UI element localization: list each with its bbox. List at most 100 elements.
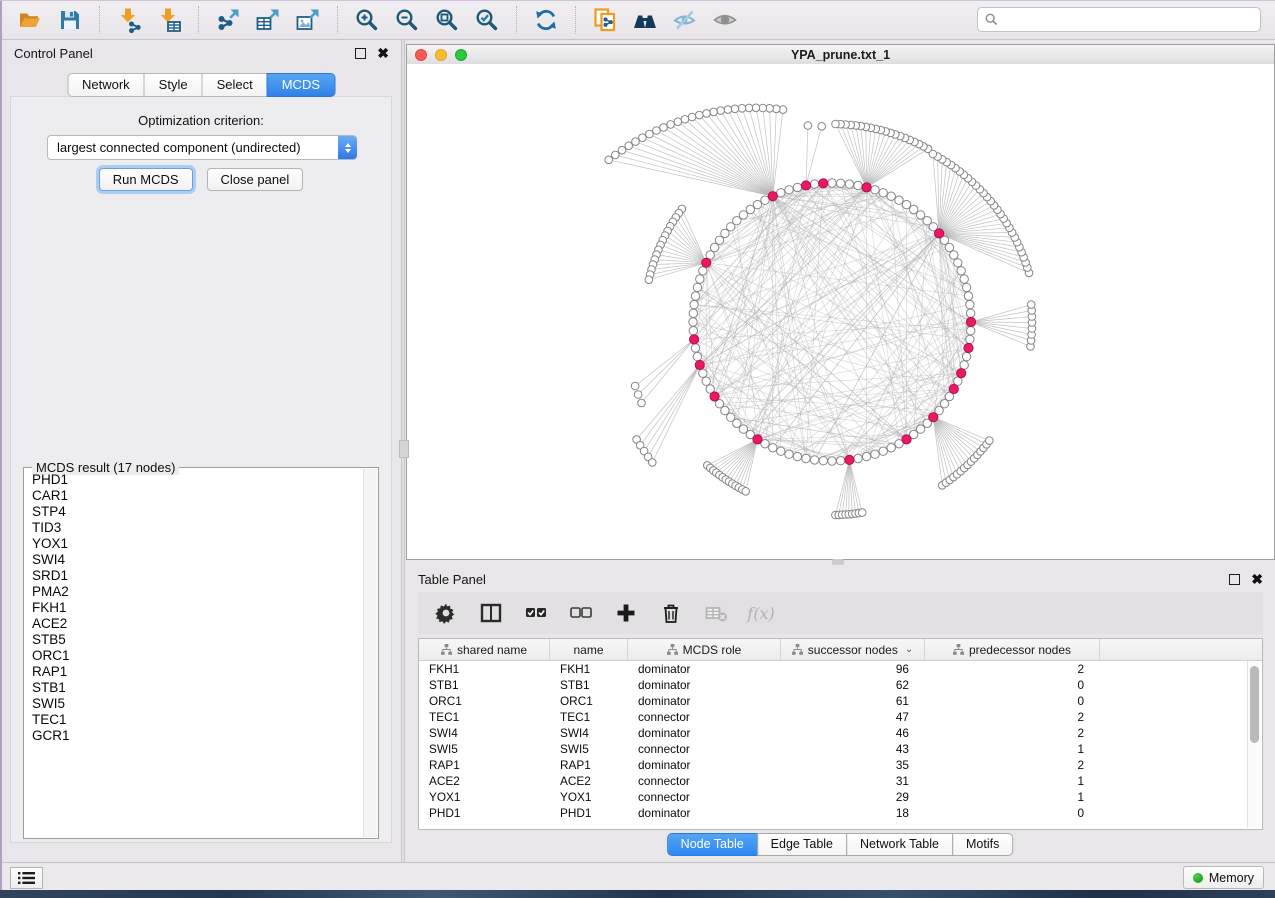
attribute-type-icon [667, 644, 678, 655]
tab-style[interactable]: Style [144, 73, 203, 97]
table-scrollbar-track[interactable] [1247, 661, 1261, 828]
settings-gear-button[interactable] [432, 599, 460, 627]
mcds-result-item[interactable]: TEC1 [32, 712, 363, 728]
column-header-shared-name[interactable]: shared name [419, 639, 550, 660]
close-panel-icon[interactable]: ✖ [377, 48, 389, 58]
memory-button[interactable]: Memory [1183, 866, 1264, 889]
run-mcds-button[interactable]: Run MCDS [99, 168, 193, 191]
open-file-icon [17, 7, 43, 33]
mcds-result-item[interactable]: ORC1 [32, 648, 363, 664]
mcds-result-item[interactable]: SWI4 [32, 552, 363, 568]
mcds-result-item[interactable]: GCR1 [32, 728, 363, 744]
tab-network[interactable]: Network [67, 73, 145, 97]
window-minimize-icon[interactable] [435, 49, 447, 61]
select-all-button[interactable] [522, 599, 550, 627]
first-neighbors-button[interactable] [627, 4, 663, 36]
mcds-result-item[interactable]: RAP1 [32, 664, 363, 680]
column-header-predecessor-nodes[interactable]: predecessor nodes [925, 639, 1100, 660]
zoom-fit-button[interactable] [429, 4, 465, 36]
cell: dominator [628, 662, 781, 676]
table-row[interactable]: ACE2ACE2connector311 [419, 773, 1262, 789]
float-panel-icon[interactable] [355, 48, 366, 59]
refresh-button[interactable] [528, 4, 564, 36]
optimization-label: Optimization criterion: [11, 113, 391, 128]
mcds-result-item[interactable]: SRD1 [32, 568, 363, 584]
function-builder-button[interactable]: f(x) [747, 599, 775, 627]
cell: RAP1 [550, 758, 628, 772]
column-header-successor-nodes[interactable]: successor nodes⌄ [781, 639, 925, 660]
table-row[interactable]: ORC1ORC1dominator610 [419, 693, 1262, 709]
tab-node-table[interactable]: Node Table [667, 833, 758, 856]
tab-mcds[interactable]: MCDS [267, 73, 335, 97]
cell: connector [628, 774, 781, 788]
zoom-out-button[interactable] [389, 4, 425, 36]
network-window: YPA_prune.txt_1 [406, 44, 1275, 560]
export-network-icon [215, 7, 241, 33]
column-layout-button[interactable] [477, 599, 505, 627]
mcds-result-item[interactable]: STB5 [32, 632, 363, 648]
mcds-result-item[interactable]: STP4 [32, 504, 363, 520]
search-input[interactable] [998, 12, 1253, 28]
import-table-button[interactable] [151, 4, 187, 36]
table-scrollbar-thumb[interactable] [1250, 666, 1259, 743]
column-header-name[interactable]: name [550, 639, 628, 660]
network-canvas[interactable] [407, 64, 1274, 559]
vertical-splitter-handle[interactable] [399, 440, 409, 458]
table-row[interactable]: TEC1TEC1connector472 [419, 709, 1262, 725]
show-all-icon [712, 7, 738, 33]
mcds-result-item[interactable]: STB1 [32, 680, 363, 696]
table-row[interactable]: RAP1RAP1dominator352 [419, 757, 1262, 773]
table-row[interactable]: PHD1PHD1dominator180 [419, 805, 1262, 821]
export-image-button[interactable] [290, 4, 326, 36]
table-toolbar: f(x) [418, 592, 1263, 634]
horizontal-splitter-handle[interactable] [832, 559, 844, 565]
open-file-button[interactable] [12, 4, 48, 36]
mcds-result-item[interactable]: PMA2 [32, 584, 363, 600]
deselect-all-button[interactable] [567, 599, 595, 627]
save-session-button[interactable] [52, 4, 88, 36]
function-builder-icon: f(x) [747, 604, 774, 623]
float-table-panel-icon[interactable] [1229, 574, 1240, 585]
zoom-in-button[interactable] [349, 4, 385, 36]
window-close-icon[interactable] [415, 49, 427, 61]
mcds-result-item[interactable]: CAR1 [32, 488, 363, 504]
network-window-titlebar[interactable]: YPA_prune.txt_1 [407, 45, 1274, 65]
add-column-button[interactable] [612, 599, 640, 627]
close-table-panel-icon[interactable]: ✖ [1251, 574, 1263, 584]
tab-motifs[interactable]: Motifs [952, 833, 1013, 856]
table-row[interactable]: SWI5SWI5connector431 [419, 741, 1262, 757]
export-table-button[interactable] [250, 4, 286, 36]
mcds-result-item[interactable]: ACE2 [32, 616, 363, 632]
table-row[interactable]: STB1STB1dominator620 [419, 677, 1262, 693]
export-network-button[interactable] [210, 4, 246, 36]
column-layout-icon [480, 602, 502, 624]
mcds-result-scrollbar[interactable] [363, 469, 377, 837]
close-panel-button[interactable]: Close panel [207, 168, 304, 191]
table-header-row: shared namenameMCDS rolesuccessor nodes⌄… [419, 639, 1262, 661]
table-row[interactable]: SWI4SWI4dominator462 [419, 725, 1262, 741]
table-row[interactable]: YOX1YOX1connector291 [419, 789, 1262, 805]
panel-menu-button[interactable] [10, 867, 43, 889]
delete-column-button[interactable] [657, 599, 685, 627]
import-network-button[interactable] [111, 4, 147, 36]
delete-table-button[interactable] [702, 599, 730, 627]
mcds-result-item[interactable]: YOX1 [32, 536, 363, 552]
optimization-dropdown[interactable]: largest connected component (undirected) [47, 135, 357, 160]
settings-gear-icon [435, 602, 457, 624]
window-maximize-icon[interactable] [455, 49, 467, 61]
mcds-result-item[interactable]: SWI5 [32, 696, 363, 712]
tab-select[interactable]: Select [202, 73, 268, 97]
mcds-result-item[interactable]: FKH1 [32, 600, 363, 616]
column-header-MCDS-role[interactable]: MCDS role [628, 639, 781, 660]
mcds-result-item[interactable]: TID3 [32, 520, 363, 536]
mcds-result-item[interactable]: PHD1 [32, 472, 363, 488]
table-row[interactable]: FKH1FKH1dominator962 [419, 661, 1262, 677]
zoom-selected-button[interactable] [469, 4, 505, 36]
show-all-button[interactable] [707, 4, 743, 36]
network-graph[interactable] [407, 64, 1274, 559]
tab-network-table[interactable]: Network Table [846, 833, 953, 856]
tab-edge-table[interactable]: Edge Table [757, 833, 847, 856]
column-menu-icon[interactable]: ⌄ [905, 644, 913, 655]
hide-selected-button[interactable] [667, 4, 703, 36]
new-network-from-selection-button[interactable] [587, 4, 623, 36]
